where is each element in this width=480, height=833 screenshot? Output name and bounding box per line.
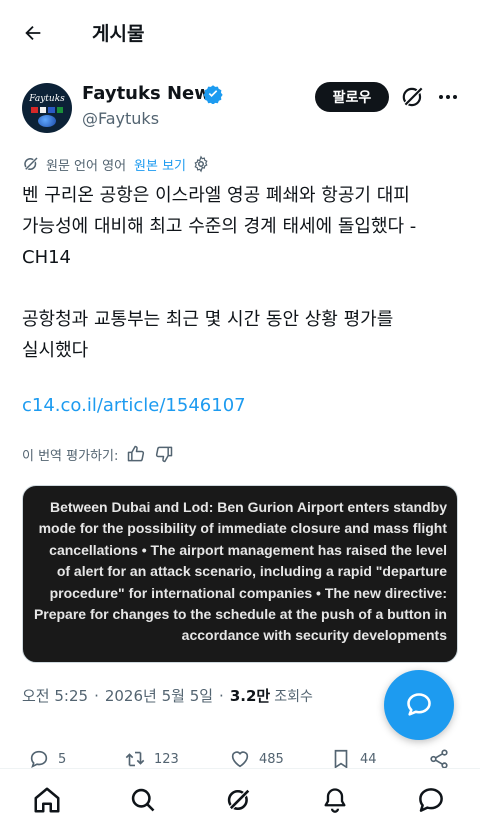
meta-separator: · [219, 686, 224, 705]
post-time: 오전 5:25 [22, 687, 89, 705]
grok-small-icon [23, 156, 39, 172]
bottom-navigation [0, 768, 480, 833]
post-date: 2026년 5월 5일 [104, 687, 214, 705]
grok-nav-icon[interactable] [224, 785, 254, 815]
reply-icon [30, 750, 48, 768]
notifications-bell-icon[interactable] [320, 785, 350, 815]
show-original-link[interactable]: 원본 보기 [134, 155, 186, 174]
avatar[interactable]: Faytuks [22, 83, 72, 133]
share-button[interactable] [428, 748, 458, 770]
bookmark-icon [334, 749, 348, 769]
author-row: Faytuks Faytuks News @Faytuks 팔로우 [22, 80, 462, 140]
meta-separator: · [94, 686, 99, 705]
bookmark-button[interactable]: 44 [330, 748, 377, 770]
views-label: 조회수 [274, 688, 313, 705]
rate-translation-label: 이 번역 평가하기: [22, 448, 119, 464]
compose-reply-button[interactable] [384, 670, 454, 740]
chat-bubble-icon [407, 693, 431, 716]
share-icon [430, 749, 448, 769]
reply-button[interactable]: 5 [28, 748, 66, 770]
heart-icon [231, 751, 249, 768]
avatar-logo-text: Faytuks [29, 94, 65, 104]
thumbs-up-icon[interactable] [126, 444, 146, 464]
views-count: 3.2만 [229, 687, 271, 705]
gear-icon[interactable] [192, 155, 210, 173]
more-options-icon[interactable] [435, 84, 461, 110]
post-meta: 오전 5:25 · 2026년 5월 5일 · 3.2만 조회수 [22, 685, 313, 706]
repost-button[interactable]: 123 [124, 748, 179, 770]
engagement-bar: 5 123 485 44 [0, 748, 480, 770]
messages-icon[interactable] [416, 785, 446, 815]
source-language-label: 원문 언어 영어 [46, 158, 127, 174]
top-bar: 게시물 [0, 0, 480, 64]
translation-info: 원문 언어 영어 원본 보기 [22, 153, 210, 175]
like-button[interactable]: 485 [229, 748, 284, 770]
author-display-name[interactable]: Faytuks News [82, 83, 222, 104]
reply-count: 5 [58, 751, 67, 767]
avatar-flags [31, 107, 63, 113]
author-handle[interactable]: @Faytuks [82, 109, 159, 128]
search-icon[interactable] [128, 785, 158, 815]
page-title: 게시물 [92, 23, 145, 45]
home-icon[interactable] [32, 785, 62, 815]
repost-count: 123 [154, 751, 179, 767]
thumbs-down-icon[interactable] [154, 444, 174, 464]
verified-badge-icon [203, 84, 223, 105]
media-image-text: Between Dubai and Lod: Ben Gurion Airpor… [33, 499, 447, 644]
back-arrow-icon[interactable] [20, 20, 46, 46]
repost-icon [125, 751, 145, 767]
grok-icon[interactable] [400, 84, 426, 110]
post-body-text: 벤 구리온 공항은 이스라엘 영공 폐쇄와 항공기 대피 가능성에 대비해 최고… [22, 185, 417, 361]
globe-icon [38, 115, 56, 127]
follow-button[interactable]: 팔로우 [315, 82, 389, 112]
rate-translation: 이 번역 평가하기: [22, 442, 174, 466]
post-link[interactable]: c14.co.il/article/1546107 [22, 395, 246, 416]
bookmark-count: 44 [360, 751, 377, 767]
media-image[interactable]: Between Dubai and Lod: Ben Gurion Airpor… [22, 485, 458, 663]
like-count: 485 [259, 751, 284, 767]
